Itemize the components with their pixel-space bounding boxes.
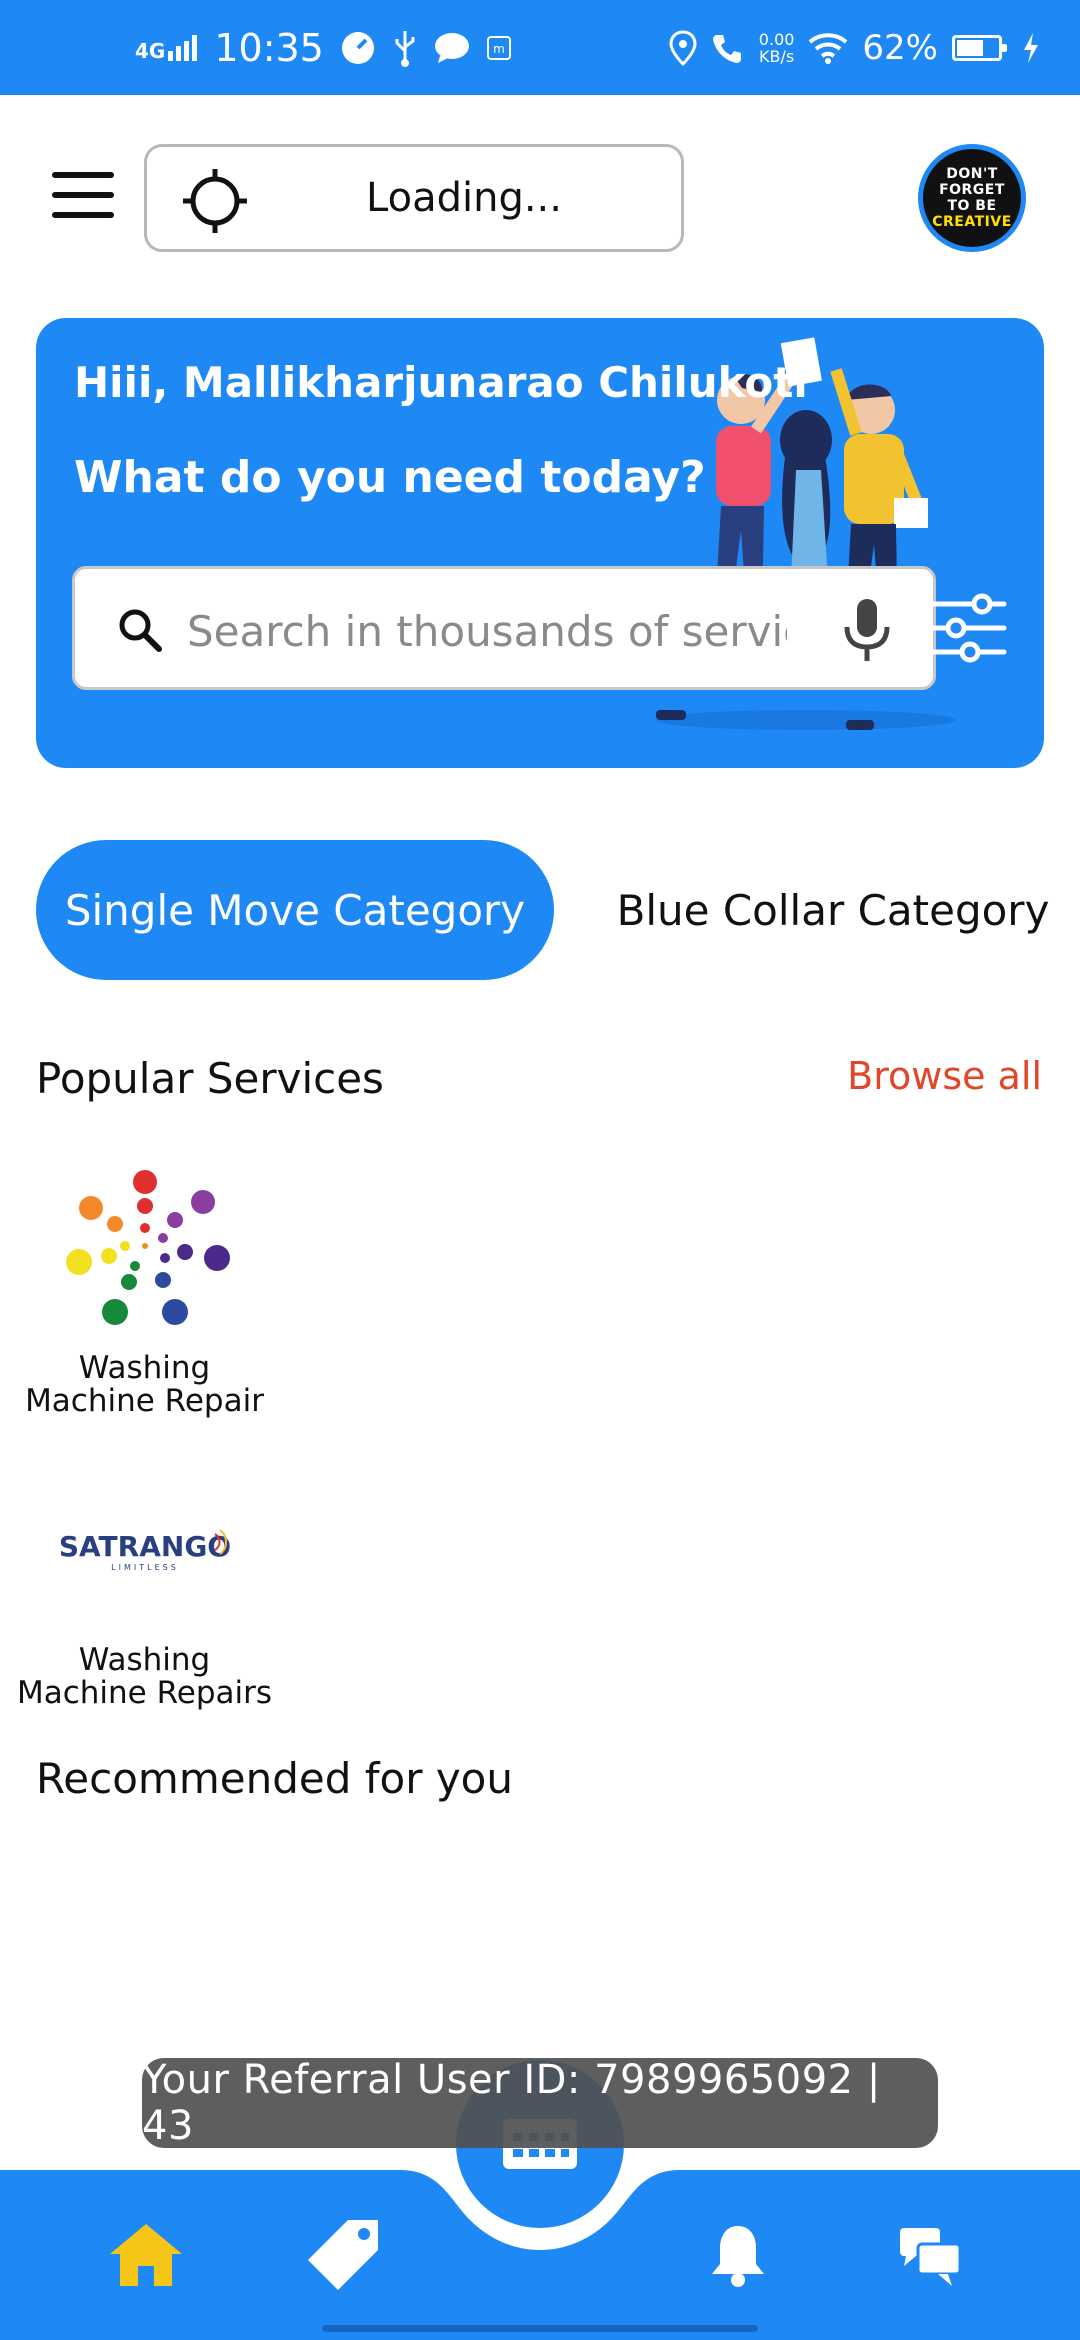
crosshair-icon: [183, 169, 247, 233]
tab-blue-collar-category[interactable]: Blue Collar Category: [608, 840, 1058, 980]
gauge-icon: [341, 32, 374, 64]
filter-icon[interactable]: [930, 588, 1008, 668]
svg-text:LIMITLESS: LIMITLESS: [111, 1563, 179, 1572]
avatar-text-line: FORGET: [939, 182, 1005, 198]
gesture-bar: [322, 2325, 758, 2332]
search-icon: [119, 609, 162, 652]
tag-icon[interactable]: [304, 2216, 382, 2294]
location-selector[interactable]: Loading...: [144, 144, 684, 252]
service-item-washing-machine-repair[interactable]: Washing Machine Repair: [12, 1162, 277, 1418]
service-label: Washing Machine Repair: [25, 1350, 264, 1419]
hero-question: What do you need today?: [74, 452, 706, 503]
satrango-logo: SATRANGO LIMITLESS: [58, 1529, 231, 1572]
chat-icon[interactable]: [898, 2226, 962, 2288]
menu-bar: [52, 212, 114, 218]
avatar-text-line: DON'T: [946, 166, 998, 182]
menu-button[interactable]: [52, 172, 114, 218]
menu-bar: [52, 192, 114, 198]
home-icon[interactable]: [108, 2222, 184, 2288]
battery-percent: 62%: [862, 28, 938, 68]
status-bar-right: 0.00 KB/s 62%: [669, 22, 1040, 74]
signal-icon: 4G: [135, 35, 198, 61]
svg-text:m: m: [493, 42, 505, 56]
svg-text:SATRANGO: SATRANGO: [58, 1530, 230, 1563]
service-label: Washing Machine Repairs: [16, 1642, 273, 1711]
recommended-title: Recommended for you: [36, 1754, 513, 1803]
menu-bar: [52, 172, 114, 178]
message-icon: [434, 33, 469, 63]
referral-toast: Your Referral User ID: 7989965092 | 43: [142, 2057, 938, 2149]
greeting-text: Hiii, Mallikharjunarao Chilukoti: [74, 358, 808, 407]
popular-services-title: Popular Services: [36, 1054, 384, 1103]
location-text: Loading...: [366, 175, 562, 221]
avatar[interactable]: DON'T FORGET TO BE CREATIVE: [918, 144, 1026, 252]
status-bar-left: 4G 10:35 m: [135, 22, 512, 74]
service-item-washing-machine-repairs[interactable]: SATRANGO LIMITLESS Washing Machine Repai…: [12, 1510, 277, 1710]
hero-card: Hiii, Mallikharjunarao Chilukoti What do…: [36, 318, 1044, 768]
avatar-text-line: CREATIVE: [932, 214, 1012, 230]
battery-icon: [952, 35, 1007, 61]
browse-all-link[interactable]: Browse all: [847, 1054, 1042, 1098]
tab-single-move-category[interactable]: Single Move Category: [36, 840, 554, 980]
network-speed: 0.00 KB/s: [758, 30, 795, 66]
search-input[interactable]: Search in thousands of servic...: [72, 566, 936, 690]
app-notification-icon: m: [486, 36, 511, 60]
avatar-text-line: TO BE: [947, 198, 997, 214]
clock: 10:35: [214, 26, 324, 70]
microphone-icon[interactable]: [841, 597, 893, 663]
colorful-dots-logo: [65, 1170, 230, 1325]
wifi-icon: [809, 33, 848, 64]
bell-icon[interactable]: [710, 2222, 766, 2288]
search-placeholder: Search in thousands of servic...: [187, 607, 787, 656]
charging-icon: [1024, 33, 1038, 63]
location-pin-icon: [669, 30, 697, 66]
wifi-calling-icon: [712, 35, 741, 63]
status-bar: 4G 10:35 m 0.00 KB/s 62%: [0, 0, 1080, 95]
usb-icon: [395, 31, 415, 67]
